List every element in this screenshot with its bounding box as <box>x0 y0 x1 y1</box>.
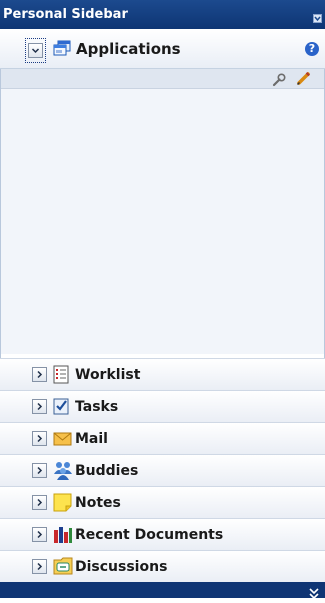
notes-icon <box>53 493 72 516</box>
buddies-icon <box>53 461 73 484</box>
discussions-label: Discussions <box>75 559 168 575</box>
section-worklist[interactable]: Worklist <box>0 358 325 390</box>
expand-mail-toggle[interactable] <box>32 431 47 446</box>
sidebar-footer <box>0 582 325 600</box>
mail-label: Mail <box>75 431 108 447</box>
section-buddies[interactable]: Buddies <box>0 454 325 486</box>
section-notes[interactable]: Notes <box>0 486 325 518</box>
worklist-icon <box>53 365 69 388</box>
sidebar-title-bar: Personal Sidebar <box>0 0 325 29</box>
tasks-label: Tasks <box>75 399 119 415</box>
applications-label: Applications <box>76 40 181 58</box>
expand-worklist-toggle[interactable] <box>32 367 47 382</box>
section-tasks[interactable]: Tasks <box>0 390 325 422</box>
expand-tasks-toggle[interactable] <box>32 399 47 414</box>
edit-pencil-icon[interactable] <box>296 71 311 90</box>
worklist-label: Worklist <box>75 367 141 383</box>
expand-notes-toggle[interactable] <box>32 495 47 510</box>
buddies-label: Buddies <box>75 463 139 479</box>
recent-documents-icon <box>53 525 73 548</box>
discussions-icon <box>53 557 73 579</box>
recent-documents-label: Recent Documents <box>75 527 224 543</box>
section-recent-documents[interactable]: Recent Documents <box>0 518 325 550</box>
expand-more-chevron-icon[interactable] <box>309 584 319 603</box>
collapse-applications-toggle[interactable] <box>28 43 43 58</box>
mail-icon <box>53 431 72 450</box>
expand-buddies-toggle[interactable] <box>32 463 47 478</box>
section-mail[interactable]: Mail <box>0 422 325 454</box>
applications-toolbar <box>1 69 324 89</box>
section-discussions[interactable]: Discussions <box>0 550 325 582</box>
expand-recent-documents-toggle[interactable] <box>32 527 47 542</box>
applications-content <box>1 89 324 354</box>
help-icon[interactable]: ? <box>305 42 319 56</box>
notes-label: Notes <box>75 495 121 511</box>
sidebar-title: Personal Sidebar <box>3 7 128 22</box>
tasks-icon <box>53 397 70 419</box>
sidebar-menu-icon[interactable] <box>313 14 322 23</box>
expand-discussions-toggle[interactable] <box>32 559 47 574</box>
applications-icon <box>52 40 72 62</box>
personal-sidebar: Personal Sidebar Applications ? Worklist… <box>0 0 325 600</box>
